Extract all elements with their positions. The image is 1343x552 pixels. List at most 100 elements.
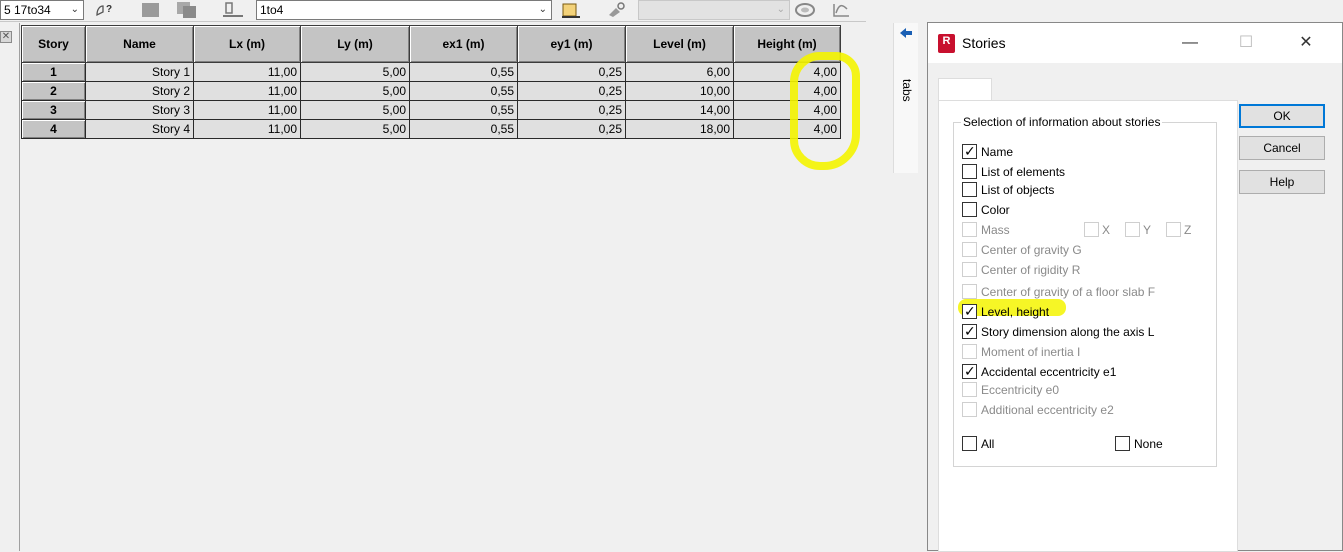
graph-icon[interactable] xyxy=(830,1,852,19)
help-pointer-icon[interactable]: ? xyxy=(94,1,116,19)
option-label: Name xyxy=(981,145,1014,159)
cell-level[interactable]: 10,00 xyxy=(625,81,734,101)
mass-z-label: Z xyxy=(1184,223,1192,237)
cell-ly[interactable]: 5,00 xyxy=(300,81,410,101)
load-case-combo[interactable]: 5 17to34 ⌄ xyxy=(0,0,84,20)
mass-y-label: Y xyxy=(1143,223,1152,237)
column-header-lx[interactable]: Lx (m) xyxy=(193,25,301,63)
cell-level[interactable]: 14,00 xyxy=(625,100,734,120)
column-header-ly[interactable]: Ly (m) xyxy=(300,25,410,63)
mass-x-checkbox xyxy=(1084,222,1099,237)
chevron-down-icon[interactable]: ⌄ xyxy=(71,1,79,19)
story-dimension-checkbox[interactable]: ✓ xyxy=(962,323,977,339)
option-label: Moment of inertia I xyxy=(981,345,1081,359)
stories-dialog: R Stories — ☐ ✕ Selection of information… xyxy=(927,22,1343,552)
cell-ey1[interactable]: 0,25 xyxy=(517,119,626,139)
option-label: Mass xyxy=(981,223,1010,237)
color-checkbox[interactable] xyxy=(962,202,977,217)
cell-level[interactable]: 18,00 xyxy=(625,119,734,139)
all-label: All xyxy=(981,437,995,451)
row-number[interactable]: 2 xyxy=(21,81,86,101)
mass-z-checkbox xyxy=(1166,222,1181,237)
option-label: Center of rigidity R xyxy=(981,263,1081,277)
disabled-combo: ⌄ xyxy=(638,0,790,20)
load-case-value: 5 17to34 xyxy=(4,3,51,17)
row-number[interactable]: 3 xyxy=(21,100,86,120)
all-checkbox[interactable] xyxy=(962,436,977,451)
option-label: Eccentricity e0 xyxy=(981,383,1060,397)
dialog-title-bar[interactable]: R Stories — ☐ ✕ xyxy=(928,23,1342,63)
disk-icon[interactable] xyxy=(794,1,816,19)
maximize-icon: ☐ xyxy=(1238,34,1254,51)
stories-selection-value: 1to4 xyxy=(260,3,284,17)
cell-lx[interactable]: 11,00 xyxy=(193,119,301,139)
cell-ex1[interactable]: 0,55 xyxy=(409,100,518,120)
none-checkbox[interactable] xyxy=(1115,436,1130,451)
none-label: None xyxy=(1134,437,1163,451)
option-label: List of objects xyxy=(981,183,1055,197)
toolbar: 5 17to34 ⌄ ? 1to4 ⌄ ⌄ xyxy=(0,0,866,22)
list-of-elements-checkbox[interactable] xyxy=(962,164,977,179)
cell-ex1[interactable]: 0,55 xyxy=(409,81,518,101)
robot-logo-icon: R xyxy=(938,34,955,53)
cancel-button[interactable]: Cancel xyxy=(1239,136,1325,160)
table-row[interactable]: 3 Story 3 11,00 5,00 0,55 0,25 14,00 4,0… xyxy=(21,100,841,120)
ok-button[interactable]: OK xyxy=(1239,104,1325,128)
cell-ex1[interactable]: 0,55 xyxy=(409,119,518,139)
center-of-rigidity-checkbox xyxy=(962,262,977,277)
row-number[interactable]: 4 xyxy=(21,119,86,139)
script-icon[interactable] xyxy=(560,1,582,19)
height-column-highlight xyxy=(790,52,860,170)
chevron-down-icon[interactable]: ⌄ xyxy=(539,1,547,19)
close-icon[interactable]: ✕ xyxy=(1292,29,1320,57)
column-header-level[interactable]: Level (m) xyxy=(625,25,734,63)
column-header-story[interactable]: Story xyxy=(21,25,86,63)
stories-table: Story Name Lx (m) Ly (m) ex1 (m) ey1 (m)… xyxy=(21,25,841,139)
close-icon[interactable]: ✕ xyxy=(0,31,12,43)
column-header-name[interactable]: Name xyxy=(85,25,194,63)
list-of-objects-checkbox[interactable] xyxy=(962,182,977,197)
cell-ly[interactable]: 5,00 xyxy=(300,62,410,82)
help-button[interactable]: Help xyxy=(1239,170,1325,194)
row-number[interactable]: 1 xyxy=(21,62,86,82)
cell-ey1[interactable]: 0,25 xyxy=(517,100,626,120)
cell-name[interactable]: Story 4 xyxy=(85,119,194,139)
cell-name[interactable]: Story 1 xyxy=(85,62,194,82)
eccentricity-e0-checkbox xyxy=(962,382,977,397)
floor-slab-gravity-checkbox xyxy=(962,284,977,299)
column-header-ex1[interactable]: ex1 (m) xyxy=(409,25,518,63)
level-height-checkbox[interactable]: ✓ xyxy=(962,303,977,319)
table-row[interactable]: 4 Story 4 11,00 5,00 0,55 0,25 18,00 4,0… xyxy=(21,119,841,139)
minimize-icon[interactable]: — xyxy=(1176,29,1204,57)
tabs-label[interactable]: tabs xyxy=(900,79,914,102)
accidental-eccentricity-checkbox[interactable]: ✓ xyxy=(962,363,977,379)
cell-name[interactable]: Story 2 xyxy=(85,81,194,101)
copy-icon[interactable] xyxy=(176,1,198,19)
tab-selection[interactable] xyxy=(938,78,992,102)
additional-eccentricity-checkbox xyxy=(962,402,977,417)
moment-of-inertia-checkbox xyxy=(962,344,977,359)
cell-ey1[interactable]: 0,25 xyxy=(517,81,626,101)
structure-icon[interactable] xyxy=(222,1,244,19)
name-checkbox[interactable]: ✓ xyxy=(962,143,977,159)
option-label: Level, height xyxy=(981,305,1050,319)
cell-ex1[interactable]: 0,55 xyxy=(409,62,518,82)
cell-lx[interactable]: 11,00 xyxy=(193,100,301,120)
stories-selection-combo[interactable]: 1to4 ⌄ xyxy=(256,0,552,20)
table-row[interactable]: 1 Story 1 11,00 5,00 0,55 0,25 6,00 4,00 xyxy=(21,62,841,82)
option-label: Accidental eccentricity e1 xyxy=(981,365,1117,379)
column-header-ey1[interactable]: ey1 (m) xyxy=(517,25,626,63)
table-row[interactable]: 2 Story 2 11,00 5,00 0,55 0,25 10,00 4,0… xyxy=(21,81,841,101)
cell-lx[interactable]: 11,00 xyxy=(193,81,301,101)
cell-ly[interactable]: 5,00 xyxy=(300,100,410,120)
option-label: Center of gravity G xyxy=(981,243,1082,257)
arrow-left-icon[interactable] xyxy=(899,27,913,39)
tools-icon[interactable] xyxy=(606,1,628,19)
grid-icon[interactable] xyxy=(140,1,162,19)
mass-checkbox xyxy=(962,222,977,237)
cell-ey1[interactable]: 0,25 xyxy=(517,62,626,82)
cell-name[interactable]: Story 3 xyxy=(85,100,194,120)
cell-level[interactable]: 6,00 xyxy=(625,62,734,82)
cell-ly[interactable]: 5,00 xyxy=(300,119,410,139)
cell-lx[interactable]: 11,00 xyxy=(193,62,301,82)
